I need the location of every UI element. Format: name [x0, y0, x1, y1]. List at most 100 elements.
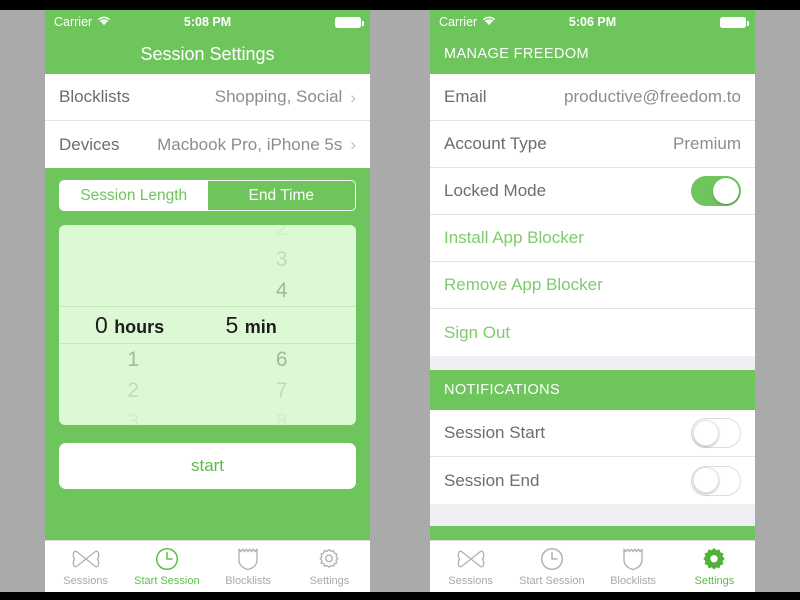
session-start-toggle[interactable] — [691, 418, 741, 448]
row-blocklists[interactable]: Blocklists Shopping, Social › — [45, 74, 370, 121]
picker-hours-below-2[interactable]: 2 — [59, 375, 208, 406]
picker-hours-below-1[interactable]: 1 — [59, 344, 208, 375]
battery-group — [720, 16, 749, 28]
tab-start-session[interactable]: Start Session — [511, 541, 592, 592]
toggle-knob — [713, 177, 739, 204]
settings-body: Email productive@freedom.to Account Type… — [430, 74, 755, 526]
duration-mode-segmented-control[interactable]: Session Length End Time — [59, 180, 356, 211]
section-header-notifications: NOTIFICATIONS — [430, 370, 755, 410]
tab-sessions[interactable]: Sessions — [45, 541, 126, 592]
picker-hours-spacer — [59, 244, 208, 275]
tab-sessions-label: Sessions — [448, 575, 493, 587]
carrier-group: Carrier — [439, 15, 496, 29]
tab-blocklists[interactable]: Blocklists — [593, 541, 674, 592]
nav-bar-left: Session Settings — [45, 34, 370, 74]
shield-icon — [622, 546, 644, 572]
session-end-toggle[interactable] — [691, 465, 741, 496]
picker-column-hours[interactable]: 0 hours 1 2 3 — [59, 225, 208, 425]
tab-blocklists[interactable]: Blocklists — [208, 541, 289, 592]
battery-icon — [720, 16, 749, 28]
picker-minutes-above-3[interactable]: 4 — [208, 275, 357, 306]
picker-minutes-above-2[interactable]: 3 — [208, 244, 357, 275]
picker-hours-spacer — [59, 275, 208, 306]
duration-picker[interactable]: 0 hours 1 2 3 2 3 4 5 min 6 7 8 — [59, 225, 356, 425]
butterfly-icon — [457, 546, 485, 572]
wifi-icon — [97, 15, 111, 29]
tab-start-session-label: Start Session — [134, 575, 200, 587]
battery-icon — [335, 16, 364, 28]
row-devices[interactable]: Devices Macbook Pro, iPhone 5s › — [45, 121, 370, 168]
wifi-icon — [482, 15, 496, 29]
carrier-label: Carrier — [439, 15, 478, 29]
tab-sessions[interactable]: Sessions — [430, 541, 511, 592]
row-email-value: productive@freedom.to — [564, 87, 741, 106]
tab-sessions-label: Sessions — [63, 575, 108, 587]
tab-settings[interactable]: Settings — [674, 541, 755, 592]
row-account-type-value: Premium — [672, 134, 741, 153]
row-email-label: Email — [444, 87, 487, 106]
clock-circle-icon — [155, 546, 179, 572]
start-button[interactable]: start — [59, 443, 356, 489]
gear-icon — [317, 546, 341, 572]
tab-settings[interactable]: Settings — [289, 541, 370, 592]
picker-minutes-above-1[interactable]: 2 — [208, 225, 357, 244]
manage-freedom-group: Email productive@freedom.to Account Type… — [430, 74, 755, 356]
picker-column-minutes[interactable]: 2 3 4 5 min 6 7 8 — [208, 225, 357, 425]
chevron-right-icon: › — [350, 135, 356, 154]
group-separator — [430, 356, 755, 370]
bottom-filler — [430, 504, 755, 526]
picker-minutes-selected: 5 min — [208, 306, 357, 344]
tab-settings-label: Settings — [694, 575, 735, 587]
tab-start-session[interactable]: Start Session — [126, 541, 207, 592]
segment-end-time[interactable]: End Time — [207, 181, 355, 210]
clock-circle-icon — [540, 546, 564, 572]
chevron-right-icon: › — [350, 87, 356, 107]
row-account-type[interactable]: Account Type Premium — [430, 121, 755, 168]
row-locked-mode-label: Locked Mode — [444, 181, 547, 200]
notifications-group: Session Start Session End — [430, 410, 755, 504]
battery-group — [335, 16, 364, 28]
row-locked-mode: Locked Mode — [430, 168, 755, 215]
row-devices-value: Macbook Pro, iPhone 5s — [157, 134, 343, 154]
screenshot-canvas: Carrier 5:08 PM Session Settings Blockli… — [0, 0, 800, 600]
section-header-manage-freedom: MANAGE FREEDOM — [430, 34, 755, 74]
row-session-end-label: Session End — [444, 470, 540, 490]
bottom-black-band — [0, 592, 800, 600]
start-button-wrap: start — [59, 425, 356, 489]
picker-hours-selected: 0 hours — [59, 306, 208, 344]
tab-bar-left: Sessions Start Session Blocklists Settin… — [45, 540, 370, 592]
tab-settings-label: Settings — [309, 575, 350, 587]
row-install-app-blocker[interactable]: Install App Blocker — [430, 215, 755, 262]
gear-icon — [701, 546, 727, 572]
row-remove-app-blocker[interactable]: Remove App Blocker — [430, 262, 755, 309]
status-bar-left: Carrier 5:08 PM — [45, 10, 370, 34]
tab-blocklists-label: Blocklists — [225, 575, 272, 587]
shield-icon — [237, 546, 259, 572]
picker-hours-below-3[interactable]: 3 — [59, 406, 208, 425]
picker-hours-spacer — [59, 225, 208, 244]
picker-minutes-unit: min — [244, 317, 277, 337]
segment-session-length[interactable]: Session Length — [60, 181, 208, 210]
phone-settings: Carrier 5:06 PM MANAGE FREEDOM Email pro… — [430, 10, 755, 592]
locked-mode-toggle[interactable] — [691, 176, 741, 206]
tab-bar-right: Sessions Start Session Blocklists Settin… — [430, 540, 755, 592]
carrier-label: Carrier — [54, 15, 93, 29]
row-email[interactable]: Email productive@freedom.to — [430, 74, 755, 121]
row-sign-out[interactable]: Sign Out — [430, 309, 755, 356]
row-session-start-label: Session Start — [444, 423, 546, 442]
page-title: Session Settings — [140, 43, 275, 64]
status-bar-right: Carrier 5:06 PM — [430, 10, 755, 34]
picker-minutes-value: 5 — [225, 312, 239, 338]
green-filler — [59, 489, 356, 526]
row-devices-label: Devices — [59, 134, 120, 154]
tabbar-green-strip-left — [45, 526, 370, 540]
row-blocklists-label: Blocklists — [59, 87, 130, 106]
picker-minutes-below-3[interactable]: 8 — [208, 406, 357, 425]
picker-minutes-below-1[interactable]: 6 — [208, 344, 357, 375]
row-install-app-blocker-label: Install App Blocker — [444, 228, 584, 247]
carrier-group: Carrier — [54, 15, 111, 29]
row-remove-app-blocker-label: Remove App Blocker — [444, 275, 603, 294]
row-session-end: Session End — [430, 457, 755, 504]
picker-minutes-below-2[interactable]: 7 — [208, 375, 357, 406]
picker-hours-value: 0 — [95, 312, 108, 338]
